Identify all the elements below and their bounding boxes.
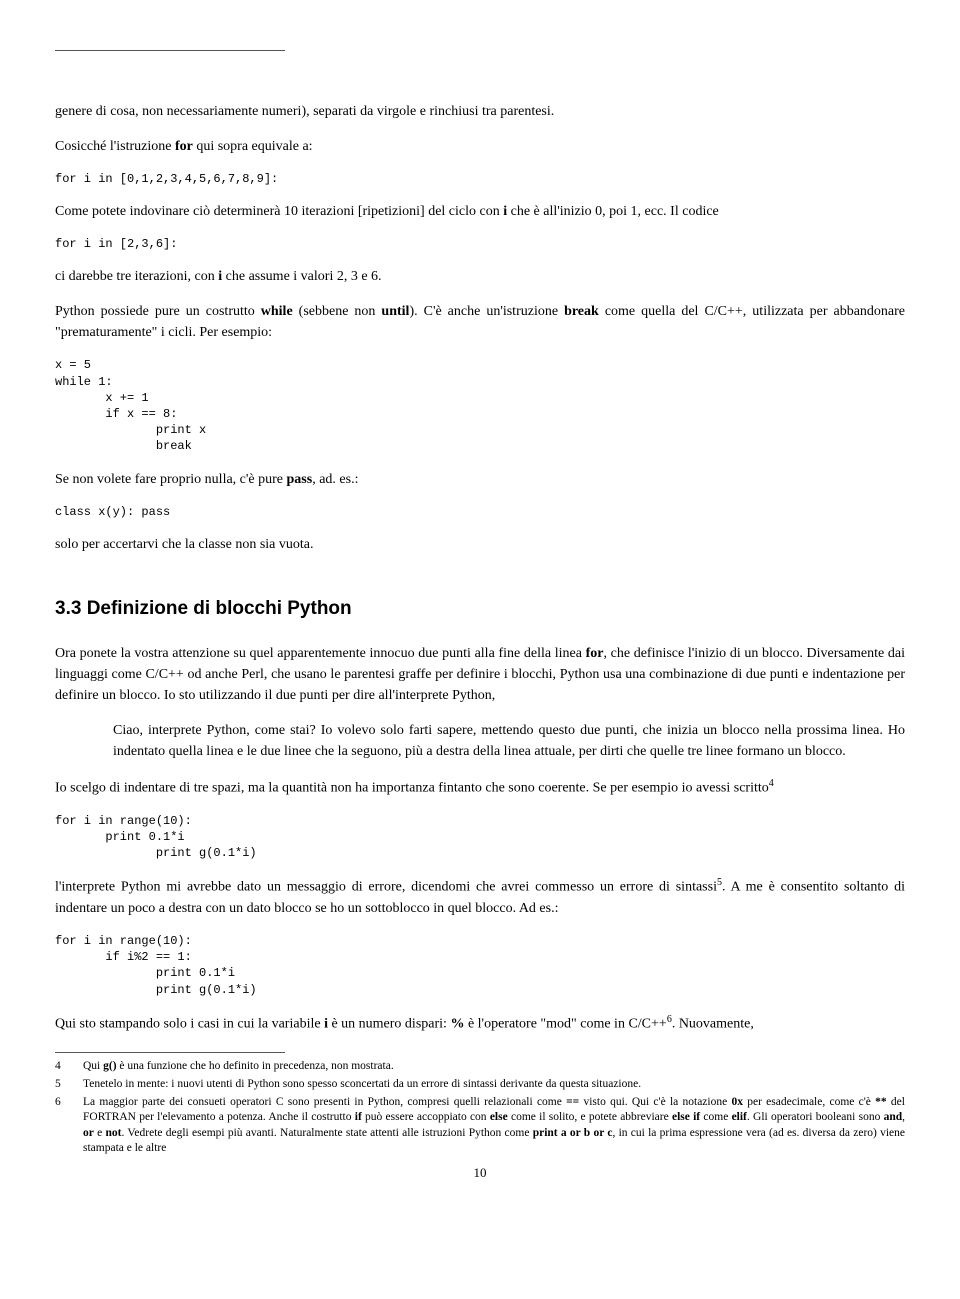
text: può essere accoppiato con — [362, 1111, 490, 1123]
footnotes: 4 Qui g() è una funzione che ho definito… — [55, 1059, 905, 1156]
func-g: g() — [103, 1060, 116, 1072]
paragraph: Se non volete fare proprio nulla, c'è pu… — [55, 469, 905, 490]
paragraph: Cosicché l'istruzione for qui sopra equi… — [55, 136, 905, 157]
paragraph: Come potete indovinare ciò determinerà 1… — [55, 201, 905, 222]
text: Qui sto stampando solo i casi in cui la … — [55, 1016, 324, 1031]
footnote-text: Qui g() è una funzione che ho definito i… — [83, 1059, 905, 1075]
text: che assume i valori 2, 3 e 6. — [222, 269, 381, 284]
text: l'interprete Python mi avrebbe dato un m… — [55, 880, 717, 895]
paragraph: Io scelgo di indentare di tre spazi, ma … — [55, 776, 905, 799]
code-block: for i in range(10): if i%2 == 1: print 0… — [55, 933, 905, 998]
paragraph: genere di cosa, non necessariamente nume… — [55, 101, 905, 122]
paragraph: Ora ponete la vostra attenzione su quel … — [55, 643, 905, 706]
text: , — [902, 1111, 905, 1123]
text: Io scelgo di indentare di tre spazi, ma … — [55, 781, 769, 796]
paragraph: l'interprete Python mi avrebbe dato un m… — [55, 875, 905, 919]
footnote-text: Tenetelo in mente: i nuovi utenti di Pyt… — [83, 1077, 905, 1093]
stmt-print-or: print a or b or c — [533, 1127, 613, 1139]
text: come il solito, e potete abbreviare — [508, 1111, 672, 1123]
header-rule — [55, 50, 285, 51]
keyword-elif: elif — [732, 1111, 747, 1123]
keyword-else: else — [490, 1111, 508, 1123]
text: Se non volete fare proprio nulla, c'è pu… — [55, 472, 287, 487]
text: e — [94, 1127, 106, 1139]
footnote-num: 4 — [55, 1059, 83, 1075]
code-block: for i in range(10): print 0.1*i print g(… — [55, 813, 905, 862]
text: Come potete indovinare ciò determinerà 1… — [55, 204, 503, 219]
quote-block: Ciao, interprete Python, come stai? Io v… — [113, 720, 905, 762]
paragraph: Python possiede pure un costrutto while … — [55, 301, 905, 343]
text: Python possiede pure un costrutto — [55, 304, 261, 319]
text: è una funzione che ho definito in preced… — [117, 1060, 394, 1072]
op-eq: == — [566, 1096, 579, 1108]
code-block: x = 5 while 1: x += 1 if x == 8: print x… — [55, 357, 905, 454]
text: (sebbene non — [293, 304, 382, 319]
keyword-pass: pass — [287, 472, 313, 487]
paragraph: ci darebbe tre iterazioni, con i che ass… — [55, 266, 905, 287]
section-heading: 3.3 Definizione di blocchi Python — [55, 595, 905, 624]
text: qui sopra equivale a: — [193, 139, 313, 154]
page-number: 10 — [55, 1163, 905, 1183]
footnote-6: 6 La maggior parte dei consueti operator… — [55, 1095, 905, 1157]
text: . Gli operatori booleani sono — [747, 1111, 884, 1123]
code-block: for i in [0,1,2,3,4,5,6,7,8,9]: — [55, 171, 905, 187]
keyword-elseif: else if — [672, 1111, 700, 1123]
keyword-break: break — [564, 304, 599, 319]
keyword-until: until — [381, 304, 409, 319]
text: Qui — [83, 1060, 103, 1072]
text: Ora ponete la vostra attenzione su quel … — [55, 646, 586, 661]
text: visto qui. Qui c'è la notazione — [579, 1096, 731, 1108]
keyword-while: while — [261, 304, 293, 319]
paragraph: Qui sto stampando solo i casi in cui la … — [55, 1012, 905, 1035]
text: è l'operatore "mod" come in C/C++ — [464, 1016, 666, 1031]
keyword-not: not — [105, 1127, 121, 1139]
hex-0x: 0x — [731, 1096, 743, 1108]
op-pow: ** — [875, 1096, 887, 1108]
footnote-5: 5 Tenetelo in mente: i nuovi utenti di P… — [55, 1077, 905, 1093]
footnote-num: 5 — [55, 1077, 83, 1093]
text: che è all'inizio 0, poi 1, ecc. Il codic… — [507, 204, 719, 219]
keyword-for: for — [586, 646, 604, 661]
footnote-ref-4: 4 — [769, 778, 774, 789]
code-block: for i in [2,3,6]: — [55, 236, 905, 252]
text: ci darebbe tre iterazioni, con — [55, 269, 218, 284]
text: Cosicché l'istruzione — [55, 139, 175, 154]
operator-mod: % — [450, 1016, 464, 1031]
code-block: class x(y): pass — [55, 504, 905, 520]
keyword-if: if — [355, 1111, 362, 1123]
text: . Vedrete degli esempi più avanti. Natur… — [121, 1127, 532, 1139]
footnote-text: La maggior parte dei consueti operatori … — [83, 1095, 905, 1157]
footnote-num: 6 — [55, 1095, 83, 1157]
footnotes-rule — [55, 1052, 285, 1053]
text: come — [700, 1111, 731, 1123]
keyword-for: for — [175, 139, 193, 154]
text: . Nuovamente, — [672, 1016, 754, 1031]
keyword-or: or — [83, 1127, 94, 1139]
text: è un numero dispari: — [328, 1016, 450, 1031]
keyword-and: and — [884, 1111, 903, 1123]
text: La maggior parte dei consueti operatori … — [83, 1096, 566, 1108]
text: per esadecimale, come c'è — [743, 1096, 875, 1108]
paragraph: solo per accertarvi che la classe non si… — [55, 534, 905, 555]
text: ). C'è anche un'istruzione — [409, 304, 564, 319]
text: , ad. es.: — [312, 472, 358, 487]
footnote-4: 4 Qui g() è una funzione che ho definito… — [55, 1059, 905, 1075]
